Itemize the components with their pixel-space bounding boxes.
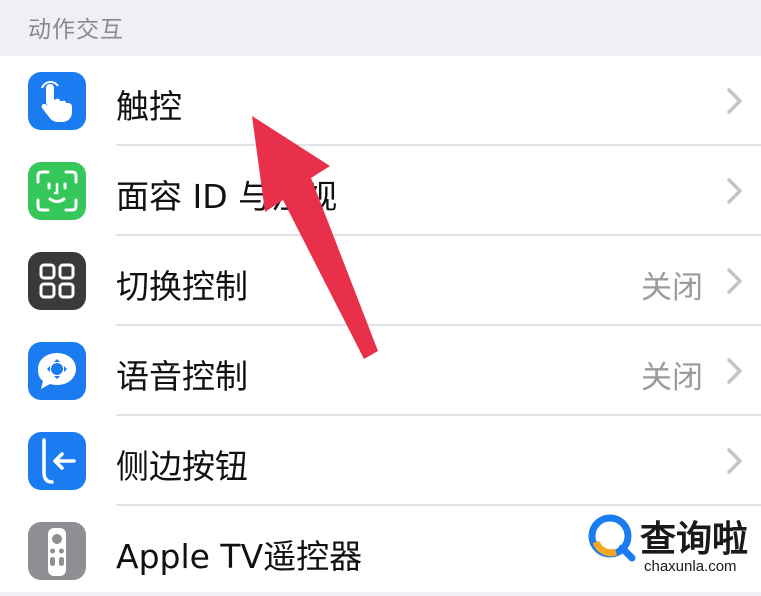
search-logo-icon <box>586 512 638 564</box>
watermark-domain: chaxunla.com <box>644 558 737 575</box>
row-voice-control[interactable]: 语音控制 关闭 <box>0 326 761 416</box>
row-side-button[interactable]: 侧边按钮 <box>0 416 761 506</box>
side-button-icon <box>28 432 86 490</box>
section-title: 动作交互 <box>28 17 124 43</box>
watermark: 查询啦 chaxunla.com <box>578 506 761 592</box>
chevron-right-icon <box>723 266 747 296</box>
row-label: 侧边按钮 <box>116 447 248 486</box>
touch-hand-icon <box>28 72 86 130</box>
row-label: 面容 ID 与注视 <box>116 177 338 216</box>
row-switch-control[interactable]: 切换控制 关闭 <box>0 236 761 326</box>
row-value: 关闭 <box>641 270 703 306</box>
row-label: 切换控制 <box>116 267 248 306</box>
row-label: 触控 <box>116 87 182 126</box>
chevron-right-icon <box>723 446 747 476</box>
watermark-name: 查询啦 <box>640 519 749 560</box>
chevron-right-icon <box>723 176 747 206</box>
face-id-icon <box>28 162 86 220</box>
voice-control-icon <box>28 342 86 400</box>
row-value: 关闭 <box>641 360 703 396</box>
chevron-right-icon <box>723 86 747 116</box>
section-header: 动作交互 <box>0 0 761 56</box>
apple-tv-remote-icon <box>28 522 86 580</box>
row-label: Apple TV遥控器 <box>116 537 363 576</box>
row-label: 语音控制 <box>116 357 248 396</box>
chevron-right-icon <box>723 356 747 386</box>
switch-control-icon <box>28 252 86 310</box>
row-touch[interactable]: 触控 <box>0 56 761 146</box>
row-face-id[interactable]: 面容 ID 与注视 <box>0 146 761 236</box>
